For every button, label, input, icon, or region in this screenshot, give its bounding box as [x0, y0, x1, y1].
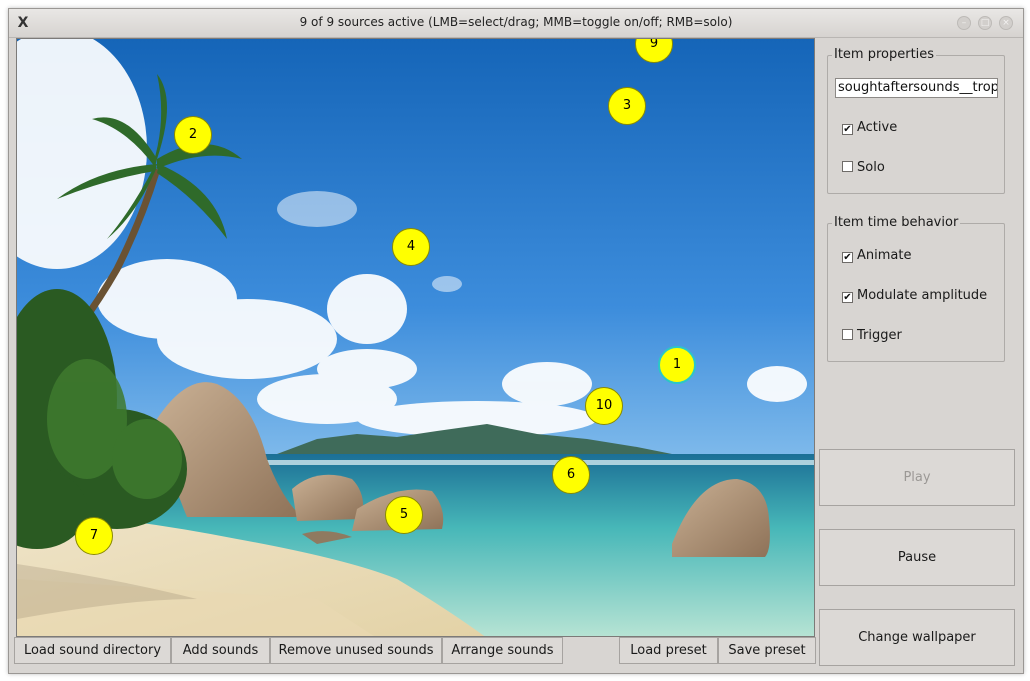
- solo-label: Solo: [857, 160, 885, 175]
- solo-checkbox[interactable]: [842, 161, 853, 172]
- sound-source-marker[interactable]: 3: [608, 87, 646, 125]
- modulate-amplitude-label: Modulate amplitude: [857, 288, 988, 303]
- sound-source-marker[interactable]: 7: [75, 517, 113, 555]
- sound-source-marker[interactable]: 5: [385, 496, 423, 534]
- pause-button[interactable]: Pause: [819, 529, 1015, 586]
- item-name-field[interactable]: soughtaftersounds__tropic: [835, 78, 998, 98]
- maximize-icon[interactable]: □: [978, 16, 992, 30]
- modulate-amplitude-checkbox[interactable]: ✔: [842, 292, 853, 303]
- solo-checkbox-row[interactable]: Solo: [842, 159, 885, 177]
- load-sound-directory-button[interactable]: Load sound directory: [14, 637, 171, 664]
- sound-source-marker[interactable]: 6: [552, 456, 590, 494]
- trigger-label: Trigger: [857, 328, 902, 343]
- window-title: 9 of 9 sources active (LMB=select/drag; …: [299, 15, 733, 29]
- tropical-beach-wallpaper: [17, 39, 814, 636]
- item-properties-title: Item properties: [832, 47, 937, 62]
- title-bar[interactable]: X 9 of 9 sources active (LMB=select/drag…: [9, 9, 1023, 38]
- wallpaper-canvas[interactable]: 9 3 2 4 1 10 6 5 7: [16, 38, 815, 637]
- animate-label: Animate: [857, 248, 912, 263]
- animate-checkbox-row[interactable]: ✔ Animate: [842, 247, 911, 265]
- minimize-icon[interactable]: –: [957, 16, 971, 30]
- sound-source-marker-selected[interactable]: 1: [658, 346, 696, 384]
- save-preset-button[interactable]: Save preset: [718, 637, 816, 664]
- arrange-sounds-button[interactable]: Arrange sounds: [442, 637, 563, 664]
- sidebar: Item properties soughtaftersounds__tropi…: [817, 38, 1023, 673]
- active-label: Active: [857, 120, 898, 135]
- active-checkbox-row[interactable]: ✔ Active: [842, 119, 897, 137]
- trigger-checkbox-row[interactable]: Trigger: [842, 327, 902, 345]
- change-wallpaper-button[interactable]: Change wallpaper: [819, 609, 1015, 666]
- active-checkbox[interactable]: ✔: [842, 124, 853, 135]
- animate-checkbox[interactable]: ✔: [842, 252, 853, 263]
- sound-source-marker[interactable]: 4: [392, 228, 430, 266]
- sound-source-marker[interactable]: 10: [585, 387, 623, 425]
- remove-unused-sounds-button[interactable]: Remove unused sounds: [270, 637, 442, 664]
- close-icon[interactable]: ×: [999, 16, 1013, 30]
- item-properties-group: Item properties soughtaftersounds__tropi…: [827, 47, 1005, 194]
- add-sounds-button[interactable]: Add sounds: [171, 637, 270, 664]
- play-button[interactable]: Play: [819, 449, 1015, 506]
- item-time-behavior-group: Item time behavior ✔ Animate ✔ Modulate am…: [827, 215, 1005, 362]
- sound-source-marker[interactable]: 2: [174, 116, 212, 154]
- trigger-checkbox[interactable]: [842, 329, 853, 340]
- load-preset-button[interactable]: Load preset: [619, 637, 718, 664]
- item-time-behavior-title: Item time behavior: [832, 215, 961, 230]
- app-window: X 9 of 9 sources active (LMB=select/drag…: [8, 8, 1024, 674]
- bottom-toolbar: Load sound directory Add sounds Remove u…: [9, 637, 817, 667]
- modulate-amplitude-checkbox-row[interactable]: ✔ Modulate amplitude: [842, 287, 987, 305]
